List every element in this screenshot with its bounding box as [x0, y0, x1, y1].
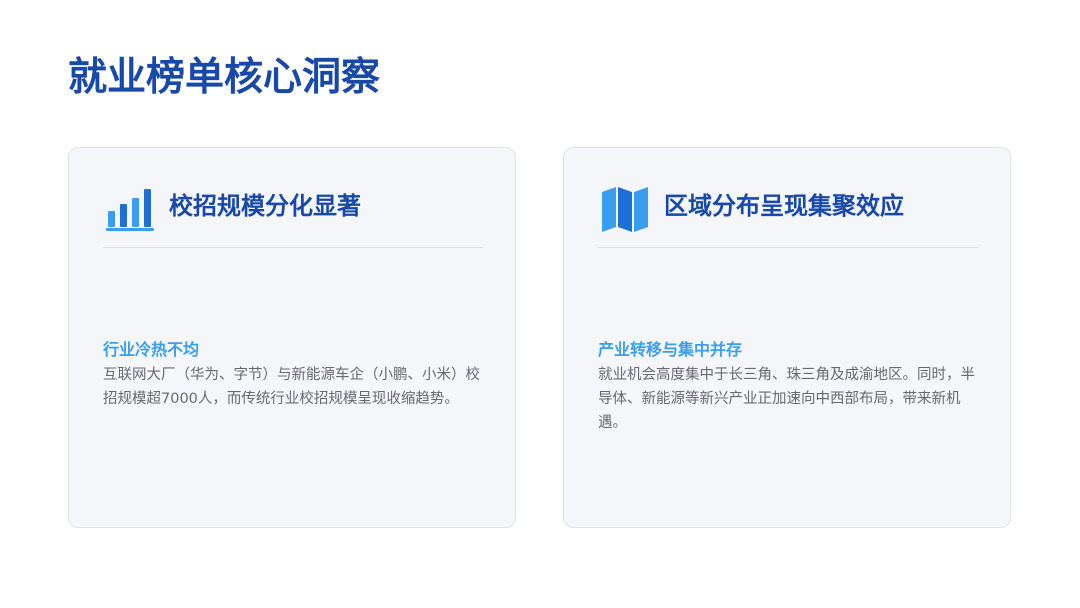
- page-title: 就业榜单核心洞察: [68, 55, 381, 100]
- insight-card-region: 区域分布呈现集聚效应 产业转移与集中并存 就业机会高度集中于长三角、珠三角及成渝…: [563, 147, 1011, 528]
- divider: [103, 247, 483, 248]
- insight-card-scale: 校招规模分化显著 行业冷热不均 互联网大厂（华为、字节）与新能源车企（小鹏、小米…: [68, 147, 516, 528]
- card-subtitle: 行业冷热不均: [103, 340, 200, 359]
- divider: [598, 247, 978, 248]
- card-body-text: 就业机会高度集中于长三角、珠三角及成渝地区。同时，半导体、新能源等新兴产业正加速…: [598, 367, 975, 431]
- card-title: 校招规模分化显著: [169, 192, 361, 220]
- card-body-text: 互联网大厂（华为、字节）与新能源车企（小鹏、小米）校招规模超7000人，而传统行…: [103, 367, 480, 407]
- card-subtitle: 产业转移与集中并存: [598, 340, 743, 359]
- bar-chart-icon: [105, 184, 155, 234]
- card-title: 区域分布呈现集聚效应: [664, 192, 904, 220]
- map-icon: [600, 184, 650, 234]
